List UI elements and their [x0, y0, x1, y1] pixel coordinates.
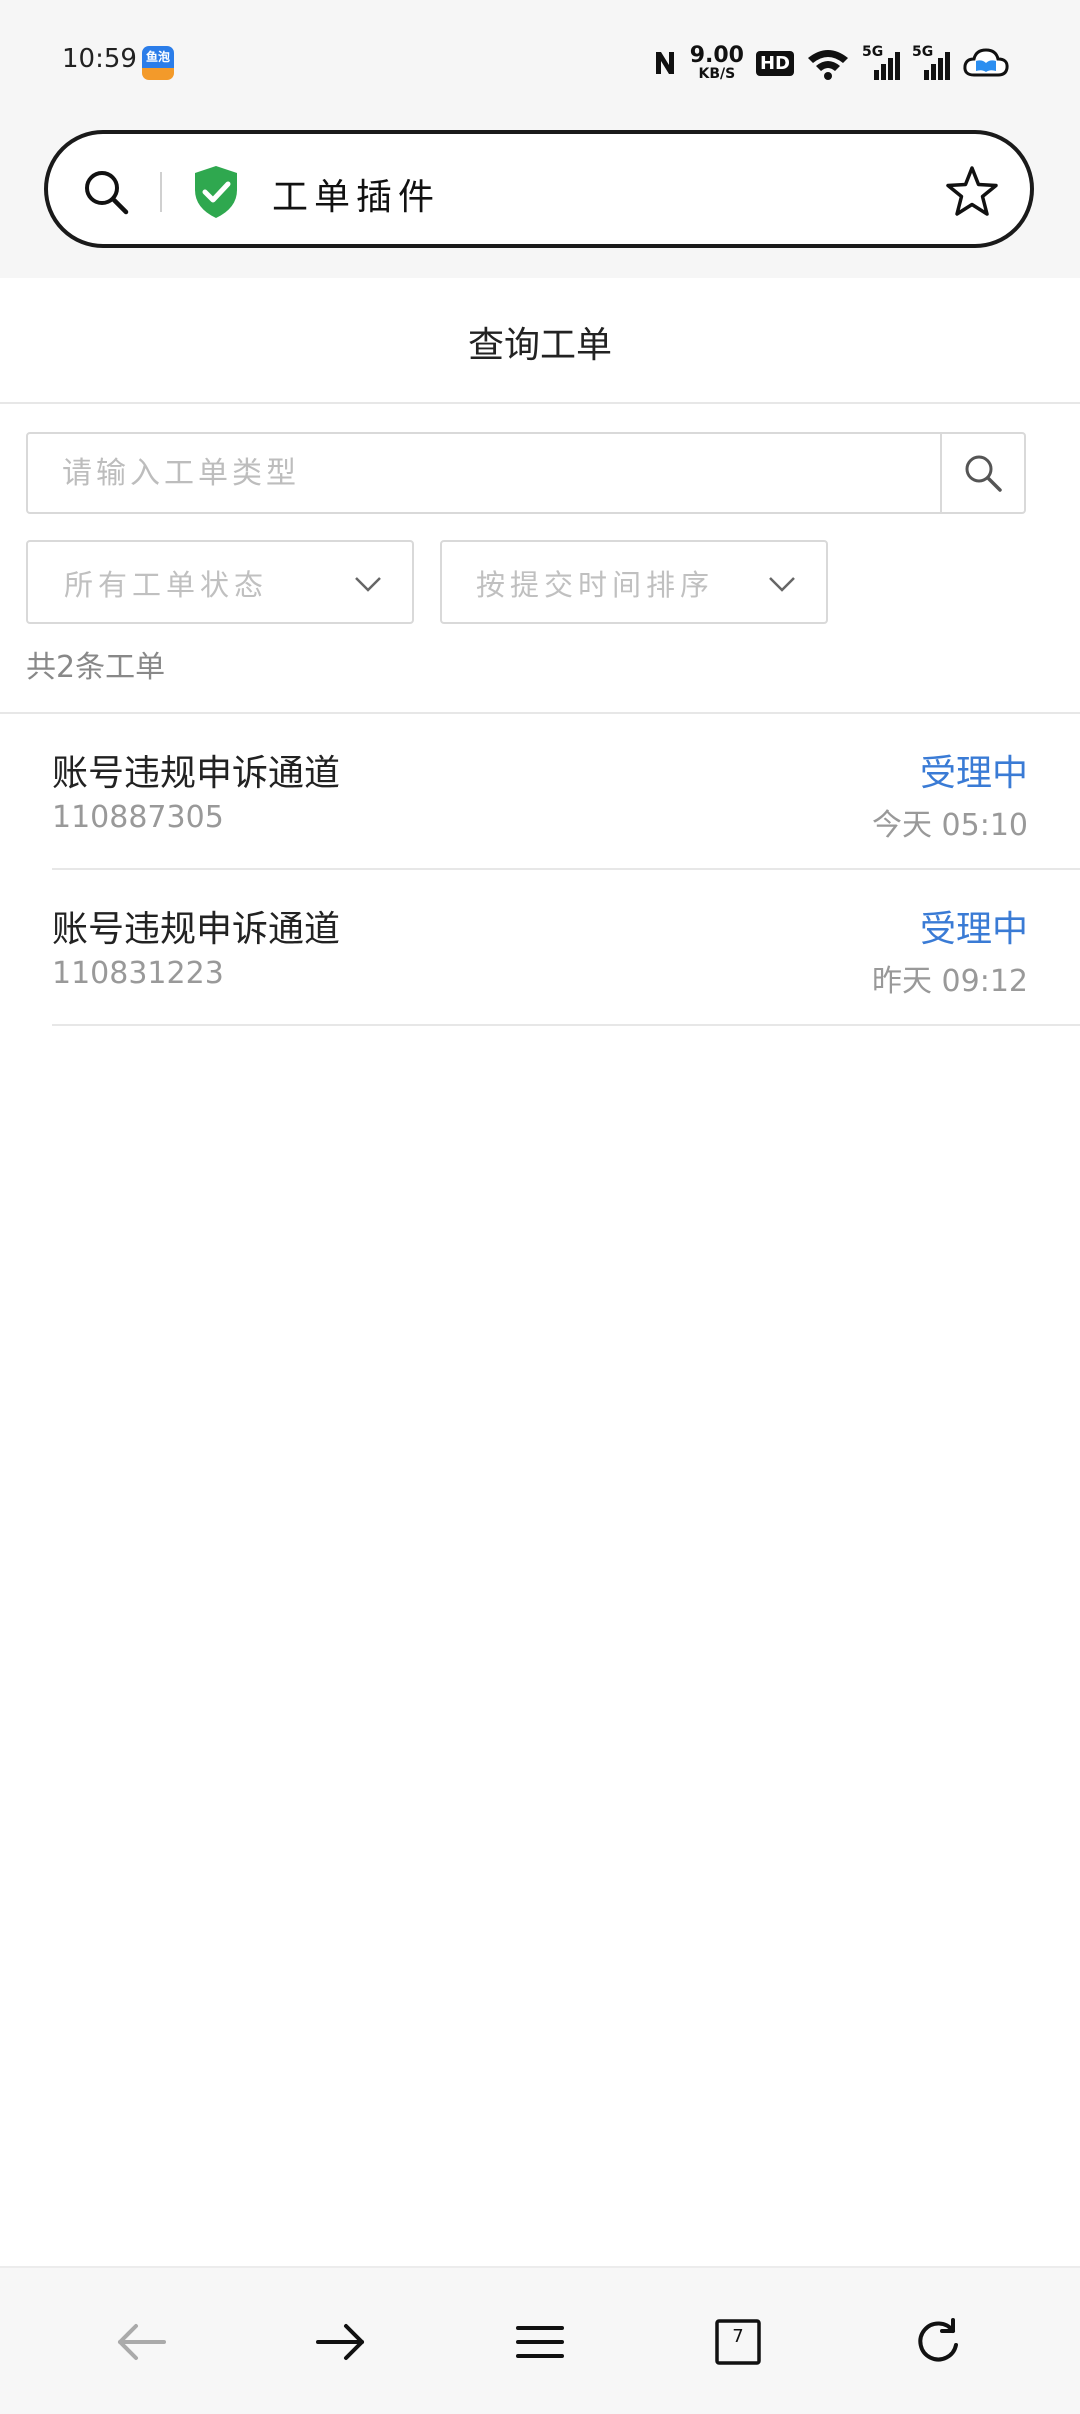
ticket-search-box: [26, 432, 1026, 514]
page-header: 查询工单: [0, 278, 1080, 404]
ticket-status: 受理中: [919, 909, 1028, 950]
browser-bottom-nav: 7: [0, 2266, 1080, 2414]
sort-order-filter-label: 按提交时间排序: [476, 568, 715, 602]
address-bar[interactable]: 工单插件: [44, 130, 1034, 248]
ticket-title: 账号违规申诉通道: [52, 909, 341, 950]
hamburger-menu-icon: [516, 2326, 564, 2358]
back-button[interactable]: [112, 2312, 172, 2372]
ticket-id: 110831223: [52, 956, 224, 991]
ticket-id: 110887305: [52, 800, 224, 835]
ticket-time: 今天 05:10: [872, 808, 1028, 843]
app-notification-icon: 鱼泡: [142, 46, 174, 80]
cloud-icon: [963, 48, 1009, 77]
bookmark-star-icon[interactable]: [944, 164, 1000, 220]
search-icon[interactable]: [82, 168, 130, 216]
ticket-row[interactable]: 账号违规申诉通道 110831223 受理中 昨天 09:12: [52, 870, 1080, 1026]
page-title: 查询工单: [467, 325, 612, 366]
search-button[interactable]: [940, 434, 1024, 512]
address-page-title[interactable]: 工单插件: [272, 168, 440, 220]
chevron-down-icon: [355, 577, 381, 592]
arrow-left-icon: [118, 2324, 166, 2360]
menu-button[interactable]: [510, 2312, 570, 2372]
reload-button[interactable]: [908, 2312, 968, 2372]
forward-button[interactable]: [310, 2312, 370, 2372]
ticket-count: 共2条工单: [26, 650, 166, 685]
refresh-icon: [918, 2318, 958, 2362]
ticket-list: 账号违规申诉通道 110887305 受理中 今天 05:10 账号违规申诉通道…: [0, 712, 1080, 1026]
chevron-down-icon: [769, 577, 795, 592]
ticket-status-filter-label: 所有工单状态: [64, 568, 269, 602]
security-shield-icon[interactable]: [192, 164, 240, 220]
ticket-row[interactable]: 账号违规申诉通道 110887305 受理中 今天 05:10: [52, 714, 1080, 870]
network-speed-unit: KB/S: [698, 66, 736, 82]
ticket-type-search-input[interactable]: [28, 434, 943, 512]
status-time: 10:59: [62, 44, 137, 74]
browser-chrome: 10:59 鱼泡 9.00 KB/S HD 5G 5G 工单插件: [0, 0, 1080, 278]
nfc-icon: [655, 52, 674, 74]
signal-5g-icon-1: 5G: [862, 44, 900, 80]
wifi-icon: [808, 50, 848, 80]
hd-badge: HD: [755, 50, 794, 76]
tab-count: 7: [732, 2326, 744, 2347]
status-bar: 10:59 鱼泡 9.00 KB/S HD 5G 5G: [0, 0, 1080, 128]
network-speed: 9.00 KB/S: [689, 43, 744, 82]
arrow-right-icon: [316, 2324, 364, 2360]
ticket-title: 账号违规申诉通道: [52, 753, 341, 794]
tabs-button[interactable]: 7: [708, 2312, 768, 2372]
status-icons: 9.00 KB/S HD 5G 5G: [652, 40, 1010, 86]
ticket-time: 昨天 09:12: [872, 964, 1028, 999]
search-icon: [965, 455, 1002, 492]
ticket-status-filter[interactable]: 所有工单状态: [26, 540, 414, 624]
address-divider: [160, 172, 162, 212]
ticket-status: 受理中: [919, 753, 1028, 794]
signal-5g-icon-2: 5G: [912, 44, 950, 80]
network-speed-value: 9.00: [689, 43, 744, 68]
sort-order-filter[interactable]: 按提交时间排序: [440, 540, 828, 624]
